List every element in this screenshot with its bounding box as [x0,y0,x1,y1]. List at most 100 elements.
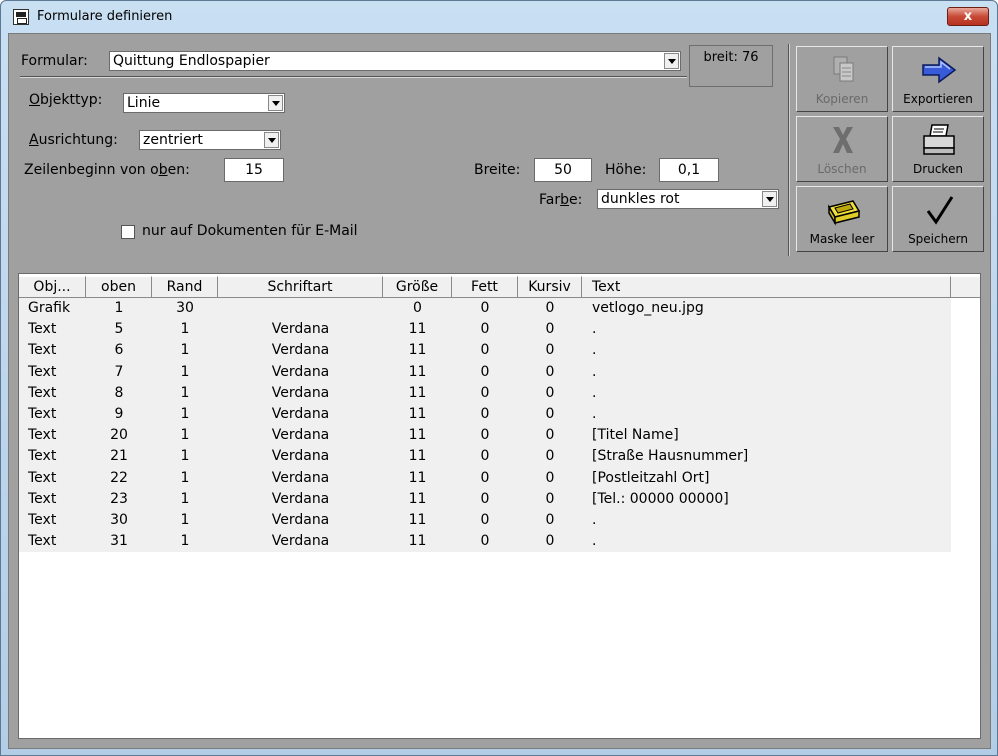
tray-icon [827,200,861,226]
drucken-button[interactable]: Drucken [892,116,984,182]
farbe-select[interactable]: dunkles rot [597,189,779,209]
table-cell: 31 [110,533,128,550]
table-cell: 1 [180,511,190,528]
table-cell: Verdana [271,511,330,528]
table-cell: Verdana [271,342,330,359]
table-cell: [Straße Hausnummer] [592,448,749,465]
table-cell: Verdana [271,490,330,507]
table-row[interactable]: Grafik 1 30 0 0 0 vetlogo_neu.jpg [19,298,951,319]
table-row[interactable]: Text 23 1 Verdana 11 0 0 [Tel.: 00000 00000] [19,489,951,510]
column-header-oben[interactable]: oben [86,276,152,298]
table-row[interactable]: Text 6 1 Verdana 11 0 0. [19,340,951,361]
table-cell: Verdana [271,405,330,422]
table-cell: 1 [180,427,190,444]
speichern-label: Speichern [908,232,968,246]
email-checkbox-label: nur auf Dokumenten für E-Mail [142,223,358,239]
column-header-text[interactable]: Text [582,276,951,298]
table-cell: . [592,405,597,422]
table-cell: Text [28,321,57,338]
app-icon [13,9,29,25]
table-cell: vetlogo_neu.jpg [592,300,704,316]
table-cell: 1 [180,533,190,550]
table-cell: 1 [180,469,190,486]
table-cell: [Tel.: 00000 00000] [592,490,729,507]
table-cell: 11 [408,490,427,507]
column-header-objekt[interactable]: Obj... [19,276,86,298]
table-row[interactable]: Text 8 1 Verdana 11 0 0. [19,383,951,404]
objekttyp-select[interactable]: Linie [123,93,285,113]
formular-select[interactable]: Quittung Endlospapier [109,51,681,71]
chevron-down-icon[interactable] [664,53,679,69]
breite-input[interactable]: 50 [534,158,592,182]
table-cell: 0 [545,469,555,486]
table-cell: 0 [480,448,490,465]
table-cell: 1 [180,321,190,338]
column-header-rand[interactable]: Rand [152,276,218,298]
loeschen-button[interactable]: Löschen [796,116,888,182]
close-button[interactable]: x [947,7,989,26]
window-title: Formulare definieren [37,9,173,24]
table-cell: Text [28,342,57,359]
table-cell: Text [28,427,57,444]
table-cell: Verdana [271,427,330,444]
title-bar[interactable]: Formulare definieren x [1,1,997,33]
column-header-groesse[interactable]: Größe [383,276,452,298]
table-row[interactable]: Text 7 1 Verdana 11 0 0. [19,362,951,383]
column-header-schriftart[interactable]: Schriftart [218,276,383,298]
delete-x-icon [833,127,853,153]
table-cell: Verdana [271,384,330,401]
email-checkbox[interactable] [121,225,135,239]
table-cell: . [592,321,597,338]
chevron-down-icon[interactable] [762,191,777,207]
table-cell: 7 [114,363,124,380]
table-row[interactable]: Text 5 1 Verdana 11 0 0. [19,319,951,340]
table-row[interactable]: Text 22 1 Verdana 11 0 0 [Postleitzahl Ort] [19,468,951,489]
table-row[interactable]: Text 31 1 Verdana 11 0 0. [19,531,951,552]
table-cell: 0 [413,300,422,316]
breit-info: breit: 76 [689,45,773,87]
table-cell: 0 [480,384,490,401]
table-cell: Text [28,469,57,486]
table-cell: Text [28,511,57,528]
table-cell: 30 [110,511,128,528]
table-cell: 11 [408,363,427,380]
zeilenbeginn-input[interactable]: 15 [224,158,284,182]
ausrichtung-value: zentriert [143,132,203,148]
objects-table[interactable]: Obj... oben Rand Schriftart Größe Fett K… [18,273,981,739]
kopieren-button[interactable]: Kopieren [796,46,888,112]
farbe-label: Farbe: [539,192,583,208]
chevron-down-icon[interactable] [264,132,279,148]
maske-leer-label: Maske leer [809,232,875,246]
table-cell: 11 [408,511,427,528]
exportieren-label: Exportieren [903,92,973,106]
drucken-label: Drucken [913,162,963,176]
column-header-fett[interactable]: Fett [452,276,518,298]
table-cell: Verdana [271,533,330,550]
table-cell: 0 [545,490,555,507]
table-cell: 1 [180,342,190,359]
table-cell: 0 [545,363,555,380]
table-cell: 9 [114,405,124,422]
maske-leer-button[interactable]: Maske leer [796,186,888,252]
column-header-kursiv[interactable]: Kursiv [518,276,582,298]
table-header: Obj... oben Rand Schriftart Größe Fett K… [19,276,980,298]
table-cell: Text [28,405,57,422]
table-row[interactable]: Text 20 1 Verdana 11 0 0 [Titel Name] [19,425,951,446]
table-cell: 0 [480,405,490,422]
table-row[interactable]: Text 30 1 Verdana 11 0 0. [19,510,951,531]
table-row[interactable]: Text 21 1 Verdana 11 0 0 [Straße Hausnummer] [19,446,951,467]
chevron-down-icon[interactable] [268,95,283,111]
hoehe-input[interactable]: 0,1 [659,158,719,182]
speichern-button[interactable]: Speichern [892,186,984,252]
table-cell: Verdana [271,321,330,338]
table-cell: 8 [114,384,124,401]
checkmark-icon [926,196,954,225]
table-cell: [Postleitzahl Ort] [592,469,710,486]
table-cell: 0 [545,427,555,444]
table-cell: Verdana [271,469,330,486]
table-row[interactable]: Text 9 1 Verdana 11 0 0. [19,404,951,425]
exportieren-button[interactable]: Exportieren [892,46,984,112]
breite-label: Breite: [474,162,521,178]
ausrichtung-select[interactable]: zentriert [139,130,281,150]
printer-icon [923,124,955,155]
